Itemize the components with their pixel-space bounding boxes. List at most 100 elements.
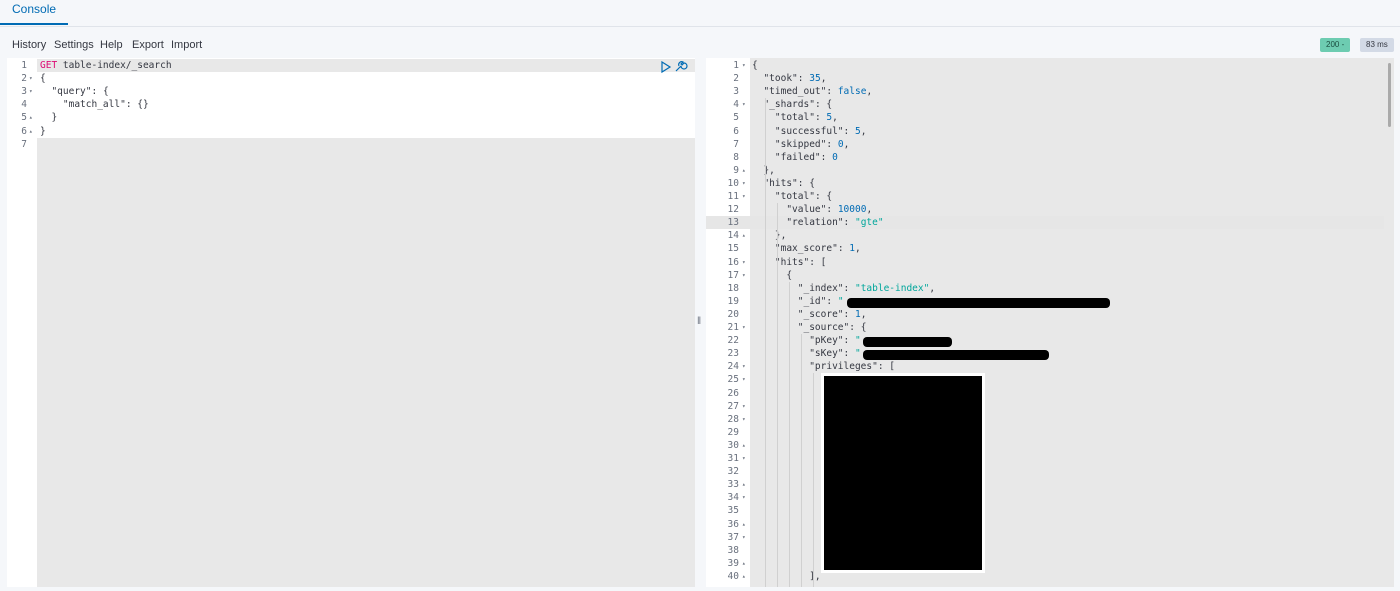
code-line: 16 ▾ "hits": [ — [706, 256, 1394, 269]
line-number: 38 — [727, 544, 739, 556]
fold-toggle-icon[interactable]: ▴ — [29, 111, 33, 124]
fold-toggle-icon[interactable]: ▴ — [742, 570, 746, 583]
code-text: "max_score": 1, — [774, 243, 861, 255]
code-text: "successful": 5, — [774, 125, 867, 137]
wrench-icon[interactable] — [675, 61, 688, 72]
code-line: 18 "_index": "table-index", — [706, 282, 1394, 295]
fold-toggle-icon[interactable]: ▾ — [742, 491, 746, 504]
settings-menu[interactable]: Settings — [54, 39, 94, 51]
line-number: 4 — [733, 99, 739, 111]
code-text: GET table-index/_search — [40, 60, 172, 71]
line-number: 3 — [21, 86, 27, 98]
redacted-privileges — [821, 373, 985, 573]
code-line: 11 ▾ "total": { — [706, 190, 1394, 203]
help-menu[interactable]: Help — [100, 39, 123, 51]
code-text: "_source": { — [797, 322, 867, 333]
line-number: 22 — [727, 335, 739, 347]
code-text: { — [752, 60, 758, 71]
code-line: 35 — [706, 504, 1394, 517]
line-number: 1 — [733, 60, 739, 71]
code-text: } — [40, 125, 46, 137]
request-editor[interactable]: 1 GET table-index/_search 2 ▾ {3 ▾ "query": {… — [7, 58, 695, 587]
console-toolbar: History Settings Help Export Import — [0, 36, 1400, 56]
line-number: 31 — [727, 453, 739, 464]
fold-toggle-icon[interactable]: ▾ — [29, 72, 33, 85]
line-number: 15 — [727, 243, 739, 255]
code-line: 4 "match_all": {} — [7, 98, 695, 111]
code-text: "relation": "gte" — [786, 217, 884, 229]
fold-toggle-icon[interactable]: ▾ — [742, 413, 746, 426]
line-number: 34 — [727, 492, 739, 504]
code-line: 29 — [706, 426, 1394, 439]
line-number: 21 — [727, 322, 739, 333]
fold-toggle-icon[interactable]: ▴ — [29, 125, 33, 138]
indent-guide — [801, 334, 802, 587]
fold-toggle-icon[interactable]: ▾ — [742, 321, 746, 334]
code-line: 13 "relation": "gte" — [706, 216, 1394, 229]
line-number: 28 — [727, 413, 739, 425]
history-menu[interactable]: History — [12, 39, 46, 51]
fold-toggle-icon[interactable]: ▾ — [742, 177, 746, 190]
fold-toggle-icon[interactable]: ▾ — [742, 452, 746, 465]
code-line: 4 ▾ "_shards": { — [706, 98, 1394, 111]
code-line: 5 ▴ } — [7, 111, 695, 124]
code-line: 7 — [7, 138, 695, 151]
code-line: 22 "pKey": " — [706, 334, 1394, 347]
drag-handle-icon[interactable]: ‖ — [697, 316, 701, 327]
code-line: 30 ▴ — [706, 439, 1394, 452]
code-line: 1 ▾ { — [706, 59, 1394, 72]
code-text: "sKey": " — [809, 348, 861, 360]
import-menu[interactable]: Import — [171, 39, 202, 51]
fold-toggle-icon[interactable]: ▾ — [742, 360, 746, 373]
tab-console[interactable]: Console — [0, 0, 69, 25]
fold-toggle-icon[interactable]: ▴ — [742, 557, 746, 570]
redacted-pkey — [863, 337, 952, 347]
line-number: 36 — [727, 518, 739, 530]
fold-toggle-icon[interactable]: ▴ — [742, 518, 746, 531]
line-number: 18 — [727, 282, 739, 294]
code-line: 39 ▴ — [706, 557, 1394, 570]
code-line: 1 GET table-index/_search — [7, 59, 695, 72]
code-text: "took": 35, — [763, 73, 827, 85]
code-line: 38 — [706, 544, 1394, 557]
status-code-badge: 200 - — [1320, 38, 1351, 52]
code-text: "hits": { — [763, 177, 815, 189]
response-scrollbar[interactable] — [1388, 63, 1391, 127]
fold-toggle-icon[interactable]: ▾ — [742, 373, 746, 386]
fold-toggle-icon[interactable]: ▴ — [742, 229, 746, 242]
code-line: 7 "skipped": 0, — [706, 138, 1394, 151]
fold-toggle-icon[interactable]: ▾ — [29, 85, 33, 98]
play-icon[interactable] — [661, 60, 672, 74]
code-line: 2 ▾ { — [7, 72, 695, 85]
code-line: 10 ▾ "hits": { — [706, 177, 1394, 190]
code-line: 6 ▴} — [7, 125, 695, 138]
export-menu[interactable]: Export — [132, 39, 164, 51]
line-number: 19 — [727, 295, 739, 307]
line-number: 3 — [733, 86, 739, 98]
fold-toggle-icon[interactable]: ▴ — [742, 164, 746, 177]
code-line: 31 ▾ — [706, 452, 1394, 465]
code-text: "_score": 1, — [797, 308, 867, 320]
line-number: 13 — [727, 217, 739, 229]
fold-toggle-icon[interactable]: ▾ — [742, 400, 746, 413]
line-number: 23 — [727, 348, 739, 360]
code-line: 15 "max_score": 1, — [706, 242, 1394, 255]
fold-toggle-icon[interactable]: ▾ — [742, 256, 746, 269]
fold-toggle-icon[interactable]: ▾ — [742, 59, 746, 72]
response-viewer: 1 ▾{2 "took": 35, 3 "timed_out": false, 4 ▾ … — [706, 58, 1394, 587]
code-text: }, — [752, 164, 775, 176]
code-line: 5 "total": 5, — [706, 111, 1394, 124]
fold-toggle-icon[interactable]: ▴ — [742, 439, 746, 452]
fold-toggle-icon[interactable]: ▾ — [742, 190, 746, 203]
fold-toggle-icon[interactable]: ▾ — [742, 269, 746, 282]
line-number: 33 — [727, 479, 739, 491]
fold-toggle-icon[interactable]: ▾ — [742, 531, 746, 544]
tab-bar: Console — [0, 0, 1400, 27]
fold-toggle-icon[interactable]: ▴ — [742, 478, 746, 491]
code-line: 12 "value": 10000, — [706, 203, 1394, 216]
line-number: 25 — [727, 374, 739, 386]
indent-guide — [777, 203, 778, 587]
fold-toggle-icon[interactable]: ▾ — [742, 98, 746, 111]
code-line: 28 ▾ — [706, 413, 1394, 426]
code-line: 27 ▾ — [706, 400, 1394, 413]
